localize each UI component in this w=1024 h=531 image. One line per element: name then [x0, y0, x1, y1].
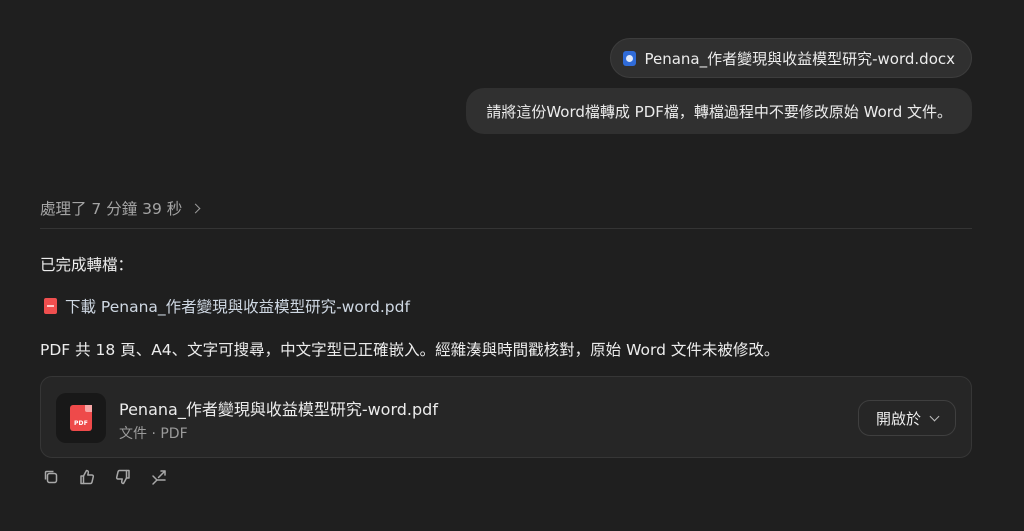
copy-icon[interactable] — [42, 468, 60, 486]
thinking-label: 處理了 7 分鐘 39 秒 — [40, 200, 183, 218]
file-meta: 文件 · PDF — [119, 426, 188, 442]
thumbs-down-icon[interactable] — [114, 468, 132, 486]
summary-text: PDF 共 18 頁、A4、文字可搜尋，中文字型已正確嵌入。經雜湊與時間戳核對，… — [40, 341, 780, 359]
file-card[interactable]: PDF Penana_作者變現與收益模型研究-word.pdf 文件 · PDF… — [40, 376, 972, 458]
user-message-bubble: 請將這份Word檔轉成 PDF檔，轉檔過程中不要修改原始 Word 文件。 — [466, 88, 972, 134]
download-link-text: 下載 Penana_作者變現與收益模型研究-word.pdf — [65, 298, 410, 316]
completion-text: 已完成轉檔： — [40, 256, 134, 274]
share-icon[interactable] — [150, 468, 168, 486]
message-actions — [42, 468, 168, 486]
file-name: Penana_作者變現與收益模型研究-word.pdf — [119, 400, 438, 419]
thumbs-up-icon[interactable] — [78, 468, 96, 486]
word-document-icon — [623, 50, 637, 66]
chevron-right-icon — [190, 203, 201, 214]
chat-page: Penana_作者變現與收益模型研究-word.docx 請將這份Word檔轉成… — [0, 0, 1024, 531]
user-message-text: 請將這份Word檔轉成 PDF檔，轉檔過程中不要修改原始 Word 文件。 — [486, 102, 952, 121]
open-with-label: 開啟於 — [875, 409, 921, 428]
pdf-icon: PDF — [70, 405, 92, 431]
divider — [40, 228, 972, 229]
file-thumbnail: PDF — [56, 393, 106, 443]
thinking-toggle[interactable]: 處理了 7 分鐘 39 秒 — [40, 197, 201, 219]
attachment-name: Penana_作者變現與收益模型研究-word.docx — [644, 49, 955, 68]
pdf-file-icon — [44, 298, 57, 314]
pdf-icon-label: PDF — [73, 420, 89, 427]
open-with-button[interactable]: 開啟於 — [858, 400, 956, 436]
attachment-chip[interactable]: Penana_作者變現與收益模型研究-word.docx — [610, 38, 972, 78]
chevron-down-icon — [929, 411, 940, 421]
download-link[interactable]: 下載 Penana_作者變現與收益模型研究-word.pdf — [44, 295, 410, 317]
